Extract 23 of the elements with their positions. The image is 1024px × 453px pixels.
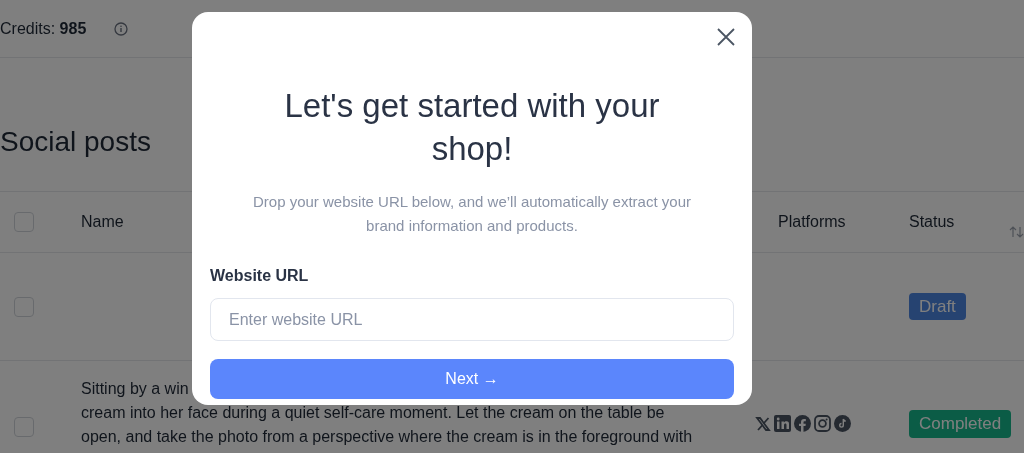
- close-button[interactable]: [716, 27, 736, 47]
- page-title: Social posts: [0, 125, 151, 159]
- status-badge: Completed: [909, 410, 1012, 438]
- dialog-subtitle: Drop your website URL below, and we’ll automatically extract your brand information and products.: [252, 192, 692, 236]
- credits-text: Credits: 985: [0, 18, 87, 39]
- sort-icon[interactable]: [1009, 226, 1024, 238]
- column-header[interactable]: Name: [81, 210, 124, 234]
- description-line: cream into her face during a quiet self-care moment. Let the cream on the table be: [81, 403, 665, 423]
- linkedin-icon: [774, 415, 791, 432]
- url-input-field[interactable]: Enter website URL: [210, 298, 734, 341]
- facebook-icon: [794, 415, 811, 432]
- tiktok-icon: [834, 415, 851, 432]
- next-button[interactable]: Next →: [210, 359, 734, 399]
- description-line: open, and take the photo from a perspective where the cream is in the foreground with: [81, 427, 693, 447]
- status-badge: Draft: [909, 292, 966, 321]
- instagram-icon: [814, 415, 831, 432]
- x-icon: [755, 415, 771, 432]
- description-line: Sitting by a win: [81, 379, 189, 399]
- column-header[interactable]: Platforms: [778, 210, 846, 234]
- info-icon[interactable]: [114, 21, 129, 36]
- dialog-title: Let's get started with your shop!: [283, 86, 661, 169]
- column-header[interactable]: Status: [909, 210, 955, 234]
- field-label: Website URL: [210, 266, 310, 286]
